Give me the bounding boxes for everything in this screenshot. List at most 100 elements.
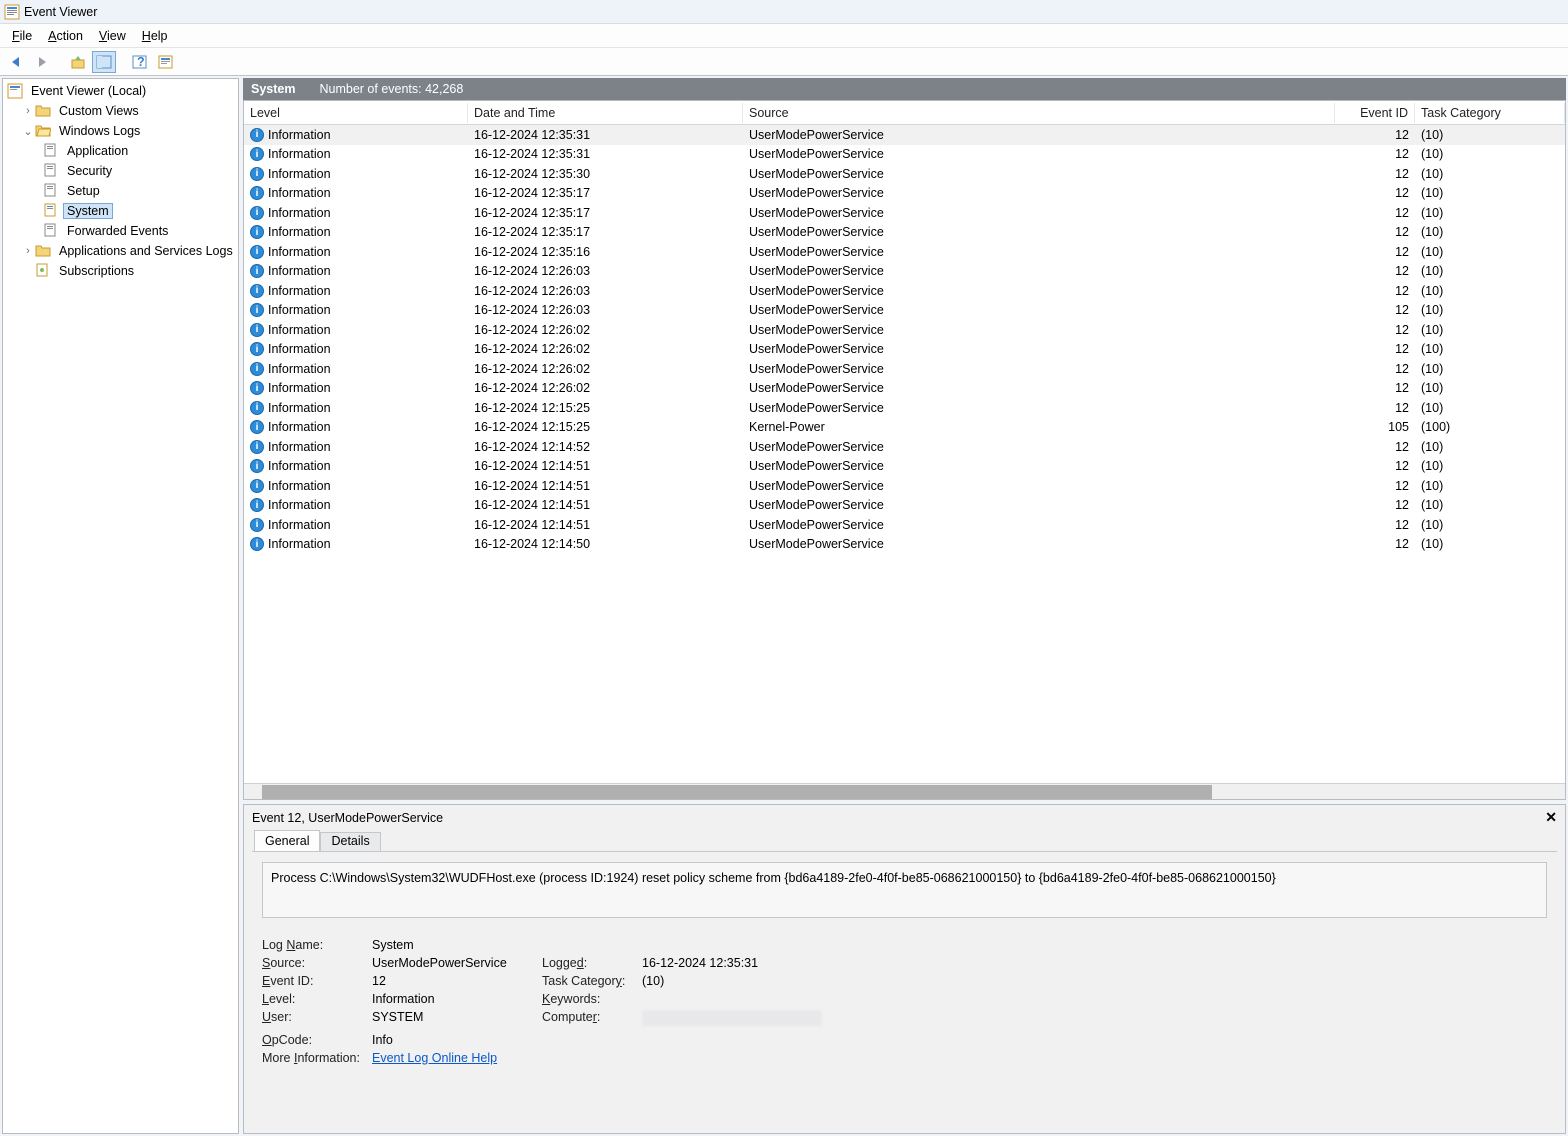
table-row[interactable]: iInformation16-12-2024 12:35:31UserModeP… — [244, 125, 1565, 145]
back-button[interactable] — [4, 51, 28, 73]
tree-log-setup[interactable]: Setup — [3, 181, 238, 201]
table-row[interactable]: iInformation16-12-2024 12:15:25Kernel-Po… — [244, 418, 1565, 438]
table-row[interactable]: iInformation16-12-2024 12:35:31UserModeP… — [244, 145, 1565, 165]
expand-icon[interactable]: › — [21, 105, 35, 117]
event-detail-panel: Event 12, UserModePowerService ✕ General… — [243, 804, 1566, 1134]
detail-title: Event 12, UserModePowerService — [252, 811, 443, 825]
table-row[interactable]: iInformation16-12-2024 12:26:02UserModeP… — [244, 379, 1565, 399]
table-row[interactable]: iInformation16-12-2024 12:26:03UserModeP… — [244, 281, 1565, 301]
event-grid[interactable]: Level Date and Time Source Event ID Task… — [243, 100, 1566, 800]
table-row[interactable]: iInformation16-12-2024 12:14:51UserModeP… — [244, 476, 1565, 496]
label-taskcat: Task Category: — [542, 974, 642, 988]
tree-custom-views[interactable]: › Custom Views — [3, 101, 238, 121]
help-button[interactable]: ? — [128, 51, 152, 73]
tree-log-application[interactable]: Application — [3, 141, 238, 161]
collapse-icon[interactable]: ⌄ — [21, 125, 35, 138]
menu-view[interactable]: View — [91, 27, 134, 45]
info-icon: i — [250, 420, 264, 434]
show-hide-tree-button[interactable] — [92, 51, 116, 73]
menu-help[interactable]: Help — [134, 27, 176, 45]
label-keywords: Keywords: — [542, 992, 642, 1006]
forward-button[interactable] — [30, 51, 54, 73]
table-row[interactable]: iInformation16-12-2024 12:26:02UserModeP… — [244, 340, 1565, 360]
tree-log-forwarded[interactable]: Forwarded Events — [3, 221, 238, 241]
info-icon: i — [250, 147, 264, 161]
tab-details[interactable]: Details — [320, 832, 380, 851]
info-icon: i — [250, 167, 264, 181]
tree-windows-logs[interactable]: ⌄ Windows Logs — [3, 121, 238, 141]
col-level[interactable]: Level — [244, 103, 468, 123]
table-row[interactable]: iInformation16-12-2024 12:14:52UserModeP… — [244, 437, 1565, 457]
table-row[interactable]: iInformation16-12-2024 12:14:51UserModeP… — [244, 515, 1565, 535]
table-row[interactable]: iInformation16-12-2024 12:26:03UserModeP… — [244, 301, 1565, 321]
horizontal-scrollbar[interactable] — [244, 783, 1565, 799]
tree-log-security[interactable]: Security — [3, 161, 238, 181]
label-level: Level: — [262, 992, 372, 1006]
tab-general[interactable]: General — [254, 830, 320, 851]
label-logged: Logged: — [542, 956, 642, 970]
detail-tabs: General Details — [244, 830, 1565, 851]
info-icon: i — [250, 518, 264, 532]
table-row[interactable]: iInformation16-12-2024 12:14:51UserModeP… — [244, 496, 1565, 516]
table-row[interactable]: iInformation16-12-2024 12:15:25UserModeP… — [244, 398, 1565, 418]
folder-open-icon — [35, 123, 51, 139]
info-icon: i — [250, 225, 264, 239]
table-row[interactable]: iInformation16-12-2024 12:35:17UserModeP… — [244, 203, 1565, 223]
grid-header: Level Date and Time Source Event ID Task… — [244, 101, 1565, 125]
app-icon — [4, 4, 20, 20]
toolbar: ? — [0, 48, 1568, 76]
info-icon: i — [250, 264, 264, 278]
col-task[interactable]: Task Category — [1415, 103, 1565, 123]
info-icon: i — [250, 323, 264, 337]
label-computer: Computer: — [542, 1010, 642, 1029]
log-icon — [43, 223, 59, 239]
log-icon — [43, 163, 59, 179]
info-icon: i — [250, 186, 264, 200]
properties-button[interactable] — [154, 51, 178, 73]
folder-icon — [35, 103, 51, 119]
info-icon: i — [250, 303, 264, 317]
info-icon: i — [250, 381, 264, 395]
tree-apps-services[interactable]: › Applications and Services Logs — [3, 241, 238, 261]
table-row[interactable]: iInformation16-12-2024 12:35:17UserModeP… — [244, 184, 1565, 204]
event-properties: Log Name: System Source: UserModePowerSe… — [262, 938, 1547, 1065]
tree-root[interactable]: Event Viewer (Local) — [3, 81, 238, 101]
table-row[interactable]: iInformation16-12-2024 12:14:50UserModeP… — [244, 535, 1565, 555]
up-button[interactable] — [66, 51, 90, 73]
table-row[interactable]: iInformation16-12-2024 12:26:03UserModeP… — [244, 262, 1565, 282]
info-icon: i — [250, 401, 264, 415]
table-row[interactable]: iInformation16-12-2024 12:35:16UserModeP… — [244, 242, 1565, 262]
tree-subscriptions[interactable]: Subscriptions — [3, 261, 238, 281]
table-row[interactable]: iInformation16-12-2024 12:26:02UserModeP… — [244, 359, 1565, 379]
table-row[interactable]: iInformation16-12-2024 12:14:51UserModeP… — [244, 457, 1565, 477]
grid-body[interactable]: iInformation16-12-2024 12:35:31UserModeP… — [244, 125, 1565, 783]
table-row[interactable]: iInformation16-12-2024 12:35:30UserModeP… — [244, 164, 1565, 184]
info-icon: i — [250, 479, 264, 493]
info-icon: i — [250, 362, 264, 376]
table-row[interactable]: iInformation16-12-2024 12:26:02UserModeP… — [244, 320, 1565, 340]
expand-icon[interactable]: › — [21, 245, 35, 257]
label-logname: Log Name: — [262, 938, 372, 952]
menu-file[interactable]: File — [4, 27, 40, 45]
navigation-pane[interactable]: Event Viewer (Local) › Custom Views ⌄ Wi… — [2, 78, 239, 1134]
log-header: System Number of events: 42,268 — [243, 78, 1566, 100]
info-icon: i — [250, 459, 264, 473]
info-icon: i — [250, 440, 264, 454]
col-eventid[interactable]: Event ID — [1335, 103, 1415, 123]
label-source: Source: — [262, 956, 372, 970]
menu-action[interactable]: Action — [40, 27, 91, 45]
window-title: Event Viewer — [24, 5, 97, 19]
table-row[interactable]: iInformation16-12-2024 12:35:17UserModeP… — [244, 223, 1565, 243]
event-message: Process C:\Windows\System32\WUDFHost.exe… — [262, 862, 1547, 918]
tree-log-system[interactable]: System — [3, 201, 238, 221]
content-area: System Number of events: 42,268 Level Da… — [243, 78, 1566, 1134]
subscriptions-icon — [35, 263, 51, 279]
info-icon: i — [250, 537, 264, 551]
col-source[interactable]: Source — [743, 103, 1335, 123]
close-detail-button[interactable]: ✕ — [1545, 809, 1557, 826]
menubar: File Action View Help — [0, 24, 1568, 48]
label-opcode: OpCode: — [262, 1033, 372, 1047]
event-log-help-link[interactable]: Event Log Online Help — [372, 1051, 497, 1065]
info-icon: i — [250, 284, 264, 298]
col-datetime[interactable]: Date and Time — [468, 103, 743, 123]
